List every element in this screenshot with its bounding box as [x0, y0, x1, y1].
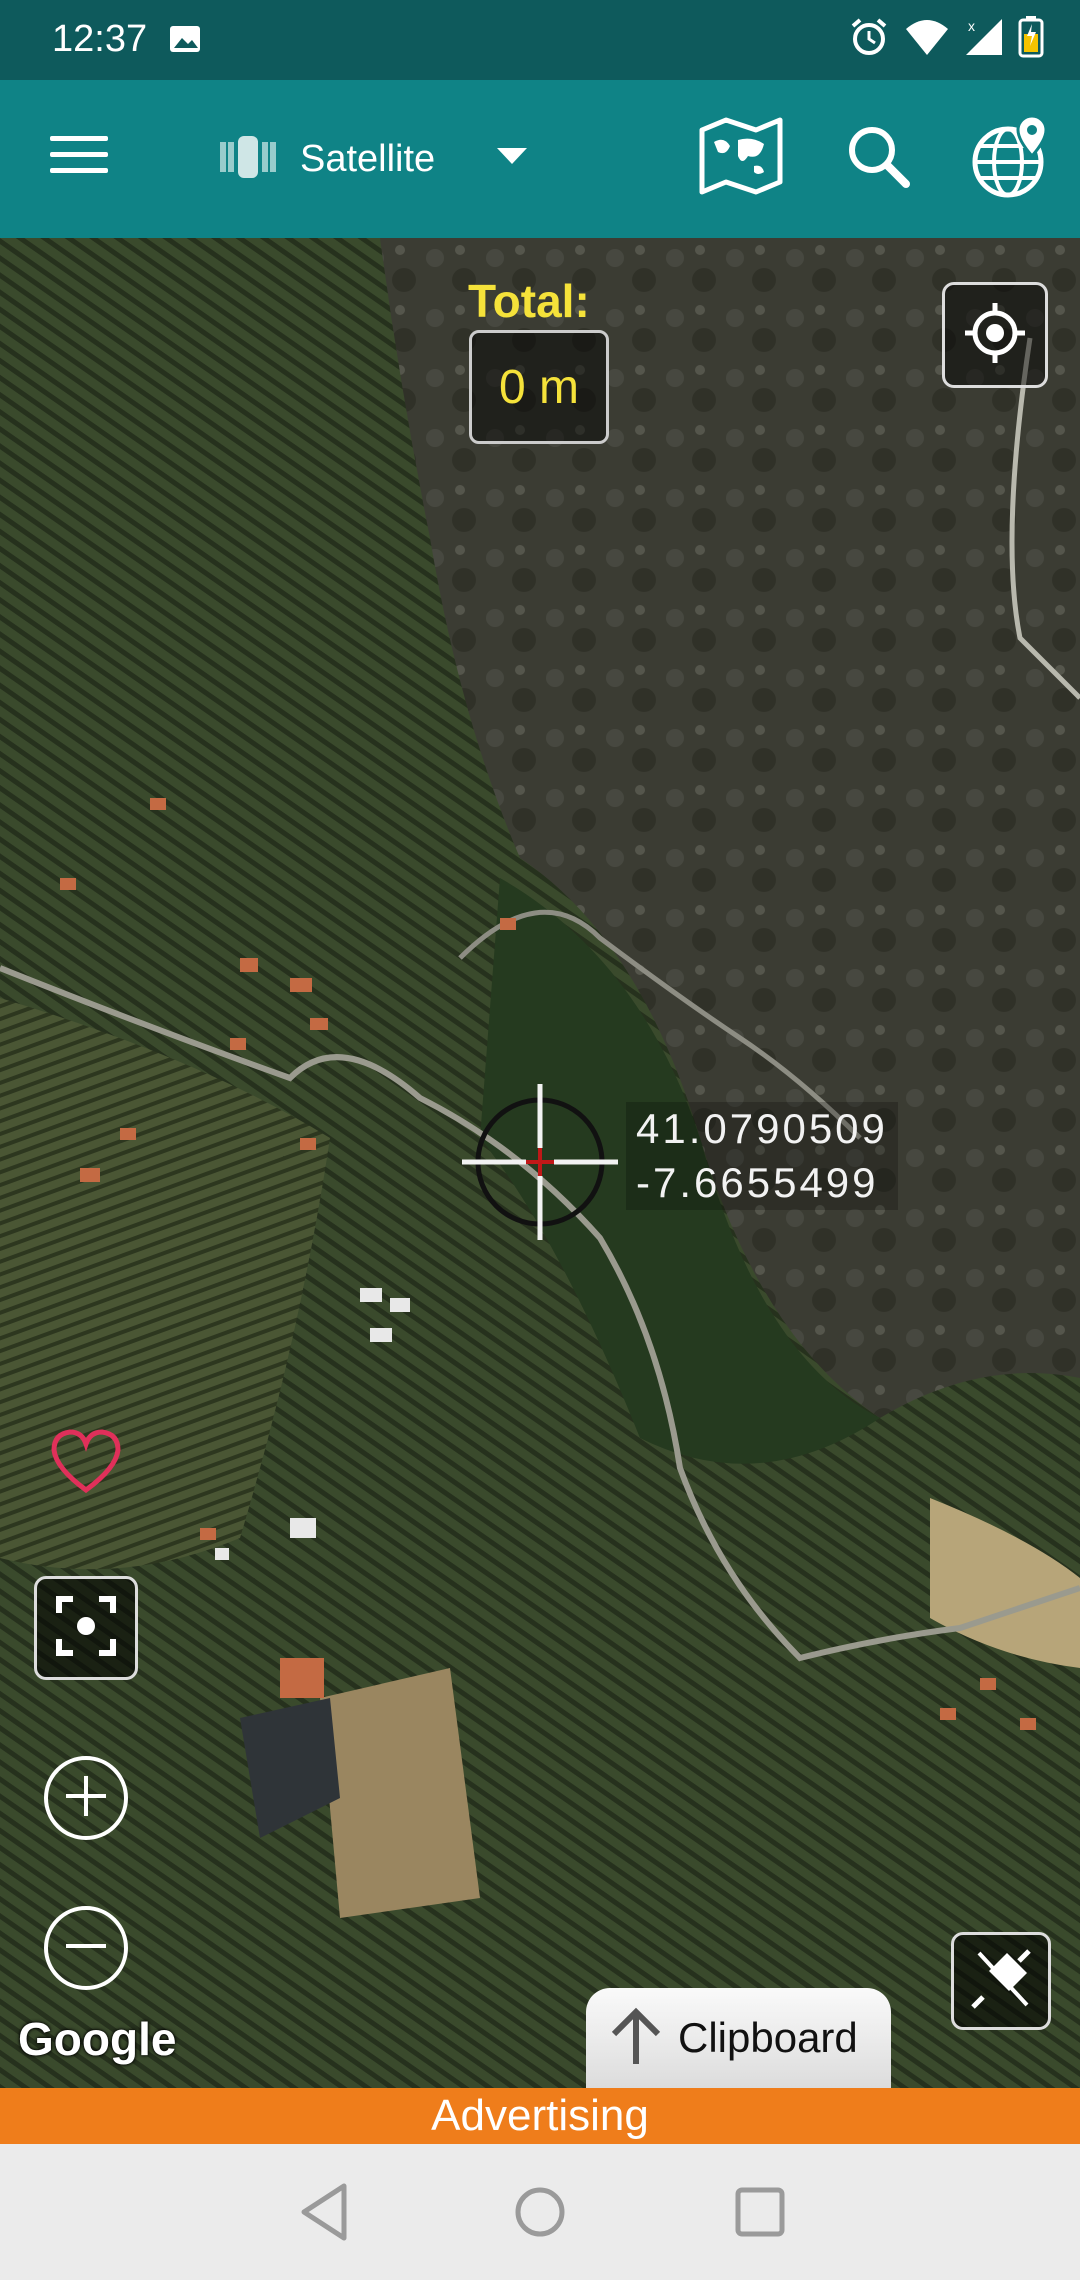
zoom-out-icon [64, 1924, 108, 1973]
status-bar: 12:37 x [0, 0, 1080, 80]
google-attribution: Google [18, 2013, 177, 2065]
fullscreen-button[interactable] [34, 1576, 138, 1680]
toolbar: Satellite [0, 80, 1080, 238]
image-icon [168, 22, 202, 61]
map-view[interactable]: Total: 0 m 41.0790509 -7.6655499 Google [0, 238, 1080, 2088]
latitude-value: 41.0790509 [636, 1105, 888, 1152]
total-label: Total: [468, 275, 590, 327]
alarm-icon [848, 16, 890, 63]
battery-icon [1018, 16, 1044, 63]
longitude-value: -7.6655499 [636, 1159, 879, 1206]
coordinates-readout: 41.0790509 -7.6655499 [626, 1102, 898, 1210]
svg-text:x: x [968, 18, 975, 34]
clipboard-label: Clipboard [678, 2014, 858, 2061]
navigation-bar [0, 2144, 1080, 2280]
wifi-icon [904, 17, 950, 62]
chevron-down-icon [497, 147, 528, 171]
search-icon[interactable] [846, 124, 910, 193]
back-icon[interactable] [296, 2180, 352, 2249]
menu-button[interactable] [38, 128, 122, 192]
total-distance-value: 0 m [469, 330, 609, 444]
globe-pin-icon[interactable] [970, 114, 1054, 205]
home-icon[interactable] [512, 2180, 568, 2249]
gps-toggle-button[interactable] [951, 1932, 1051, 2030]
fullscreen-icon [55, 1595, 117, 1662]
arrow-up-icon [608, 2006, 664, 2071]
gps-off-icon [969, 1947, 1033, 2016]
zoom-in-button[interactable] [44, 1756, 128, 1840]
heart-icon[interactable] [48, 1428, 124, 1499]
map-type-label: Satellite [300, 137, 436, 180]
zoom-in-icon [64, 1774, 108, 1823]
map-type-dropdown[interactable]: Satellite [218, 120, 528, 198]
recents-icon[interactable] [732, 2180, 788, 2249]
satellite-icon [218, 134, 278, 185]
zoom-out-button[interactable] [44, 1906, 128, 1990]
signal-icon: x [964, 17, 1004, 62]
menu-icon [50, 136, 108, 141]
advertising-banner[interactable]: Advertising [0, 2088, 1080, 2144]
my-location-button[interactable] [942, 282, 1048, 388]
crosshair-icon [462, 1084, 618, 1245]
clipboard-button[interactable]: Clipboard [586, 1988, 891, 2088]
my-location-icon [963, 301, 1027, 370]
world-map-icon[interactable] [698, 116, 784, 201]
status-time: 12:37 [52, 18, 148, 60]
